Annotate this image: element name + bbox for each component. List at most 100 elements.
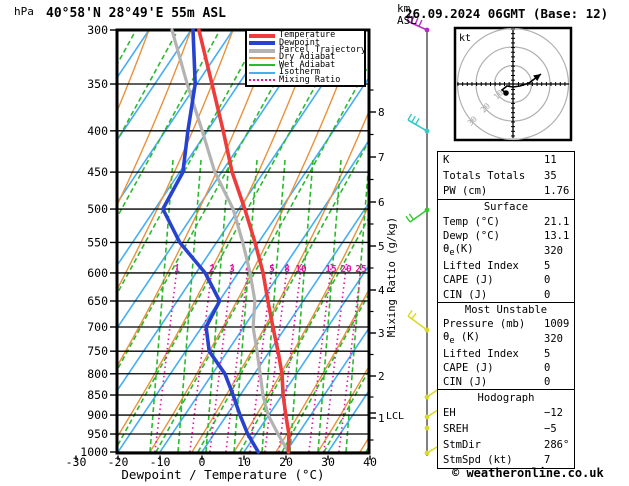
table-row-label: CIN (J): [443, 288, 488, 301]
legend-line-sample: [249, 56, 275, 59]
stats-table-title: Hodograph: [477, 391, 535, 404]
table-row-value: 320: [544, 245, 563, 257]
km-tick-label: 8: [378, 106, 385, 119]
table-row: CAPE (J) 0: [438, 361, 574, 375]
mixing-ratio-label: 5: [269, 264, 275, 275]
table-row-label: K: [443, 153, 450, 166]
table-row-value: 35: [544, 169, 557, 182]
credit-watermark: © weatheronline.co.uk: [452, 466, 604, 480]
stats-table-title: Most Unstable: [464, 304, 548, 317]
page-title: 40°58'N 28°49'E 55m ASL: [46, 6, 227, 21]
table-row-label: StmSpd (kt): [443, 454, 513, 467]
table-row: EH −12: [438, 406, 574, 422]
table-row: θe(K) 320: [438, 243, 574, 258]
table-row-label: Temp (°C): [443, 215, 500, 228]
legend-line-sample: [249, 48, 275, 53]
table-row-label: CAPE (J): [443, 274, 494, 287]
table-row-value: 0: [544, 375, 551, 388]
table-row-value: 0: [544, 288, 551, 301]
table-row: Dewp (°C) 13.1: [438, 229, 574, 243]
table-row-value: 5: [544, 347, 551, 360]
pressure-tick-label: 850: [87, 388, 108, 402]
wind-barb: [405, 207, 430, 223]
table-row-label: PW (cm): [443, 185, 488, 198]
table-row-value: 13.1: [544, 230, 570, 243]
mixing-ratio-label: 2: [209, 264, 215, 275]
table-row: SREH −5: [438, 421, 574, 437]
table-row: Pressure (mb) 1009: [438, 317, 574, 331]
mixing-ratio-label: 25: [355, 264, 367, 275]
stats-table-title: Surface: [483, 201, 529, 214]
legend-box: Temperature Dewpoint Parcel Trajectory Dry …: [245, 29, 366, 87]
table-row: Lifted Index 5: [438, 346, 574, 360]
table-row-value: 0: [544, 361, 551, 374]
table-row: Totals Totals 35: [438, 168, 574, 184]
table-row-value: 11: [544, 153, 557, 166]
km-tick-label: 7: [378, 151, 385, 164]
table-row: CAPE (J) 0: [438, 273, 574, 287]
table-row: Temp (°C) 21.1: [438, 214, 574, 228]
km-tick-label: 2: [378, 370, 385, 383]
lcl-label: LCL: [386, 411, 404, 422]
hodograph-panel: 102030kt: [453, 26, 573, 142]
mixing-ratio-label: 10: [295, 264, 307, 275]
legend-line-sample: [249, 71, 275, 74]
wind-barb: [424, 425, 430, 431]
table-row-label: StmDir: [443, 438, 481, 451]
pressure-tick-label: 700: [87, 320, 108, 334]
temperature-axis-labels: -30 -20 -10 0 10 20 30 40Dewpoint / Temperature…: [66, 455, 377, 482]
table-row-label: CIN (J): [443, 375, 488, 388]
table-row-label: CAPE (J): [443, 361, 494, 374]
stats-table-surface: Surface Temp (°C) 21.1 Dewp (°C) 13.1 θe(K) 32…: [437, 199, 575, 303]
pressure-tick-label: 400: [87, 124, 108, 138]
legend-item-label: Mixing Ratio: [279, 74, 341, 85]
pressure-axis-unit: hPa: [14, 5, 34, 18]
pressure-tick-label: 950: [87, 427, 108, 441]
km-tick-label: 3: [378, 327, 385, 340]
table-row-value: 21.1: [544, 215, 570, 228]
table-row-label: Lifted Index: [443, 259, 519, 272]
table-row-label: Lifted Index: [443, 347, 519, 360]
pressure-tick-label: 450: [87, 165, 108, 179]
pressure-tick-label: 300: [87, 23, 108, 37]
mixing-ratio-label: 20: [340, 264, 352, 275]
table-row-label: Dewp (°C): [443, 230, 500, 243]
pressure-tick-label: 500: [87, 202, 108, 216]
table-row-label: Totals Totals: [443, 169, 526, 182]
skewt-sounding-page: 300 350 400 450 500 550 600 650 700 750 800 850 900 9…: [0, 0, 629, 486]
pressure-tick-label: 800: [87, 367, 108, 381]
wind-barb: [407, 113, 430, 134]
table-row: CIN (J) 0: [438, 375, 574, 389]
table-row-label: θe (K): [443, 331, 480, 347]
km-tick-label: 6: [378, 196, 385, 209]
mixing-ratio-label: 15: [325, 264, 337, 275]
table-row-value: −5: [544, 422, 557, 435]
pressure-tick-label: 600: [87, 266, 108, 280]
legend-line-sample: [249, 64, 275, 67]
legend-line-sample: [249, 41, 275, 46]
pressure-axis-labels: 300 350 400 450 500 550 600 650 700 750 800 850 900 9…: [80, 23, 116, 459]
table-row-label: SREH: [443, 422, 469, 435]
table-row: Lifted Index 5: [438, 259, 574, 273]
legend-line-sample: [249, 33, 275, 38]
pressure-tick-label: 350: [87, 77, 108, 91]
pressure-tick-label: 750: [87, 344, 108, 358]
mixing-ratio-label: 1: [174, 264, 180, 275]
table-row: K 11: [438, 152, 574, 168]
legend-item: Mixing Ratio: [249, 74, 362, 85]
table-row-value: −12: [544, 407, 563, 420]
table-row: θe (K) 320: [438, 331, 574, 346]
table-row-value: 5: [544, 259, 551, 272]
km-tick-label: 1: [378, 412, 385, 425]
km-tick-label: 4: [378, 284, 385, 297]
legend-line-sample: [249, 79, 275, 82]
x-axis-title: Dewpoint / Temperature (°C): [121, 467, 324, 482]
table-row-value: 0: [544, 274, 551, 287]
stats-table-hodograph: Hodograph EH −12 SREH −5 StmDir 286° StmSpd (kt…: [437, 389, 575, 469]
hodograph-unit-label: kt: [459, 33, 471, 44]
table-row-label: θe(K): [443, 243, 474, 259]
km-tick-label: 5: [378, 240, 385, 253]
pressure-tick-label: 650: [87, 294, 108, 308]
mixing-ratio-label: 8: [284, 264, 290, 275]
table-row-value: 286°: [544, 438, 570, 451]
